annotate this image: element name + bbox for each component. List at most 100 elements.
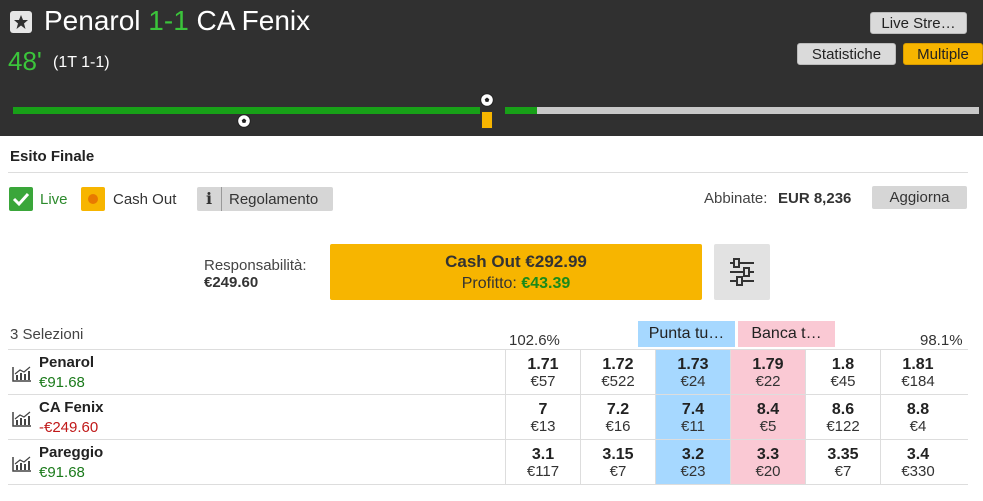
away-team: CA Fenix xyxy=(196,5,311,36)
lay-all-button[interactable]: Banca t… xyxy=(738,321,835,347)
back-odds-cell[interactable]: 1.72 €522 xyxy=(580,350,655,394)
timeline-elapsed-second-half xyxy=(505,107,537,114)
odds-size: €4 xyxy=(909,418,927,435)
multiple-button[interactable]: Multiple xyxy=(903,43,983,65)
timeline-remaining xyxy=(537,107,979,114)
lay-odds-cell[interactable]: 1.8 €45 xyxy=(805,350,880,394)
halftime-marker xyxy=(481,111,493,129)
chart-icon[interactable] xyxy=(12,456,32,472)
runner-row: CA Fenix -€249.60 7 €13 7.2 €16 7.4 €11 8.4 €5 8.6… xyxy=(8,395,968,440)
odds-size: €330 xyxy=(901,463,935,480)
lay-odds-cell[interactable]: 3.4 €330 xyxy=(880,440,955,484)
odds-price: 3.15 xyxy=(602,446,634,463)
odds-size: €7 xyxy=(609,463,627,480)
odds-price: 1.71 xyxy=(527,356,559,373)
odds-size: €184 xyxy=(901,373,935,390)
timeline-elapsed-first-half xyxy=(13,107,480,114)
odds-price: 3.2 xyxy=(681,446,705,463)
odds-size: €122 xyxy=(826,418,860,435)
cashout-amount: Cash Out €292.99 xyxy=(445,252,587,271)
back-odds-cell[interactable]: 7.4 €11 xyxy=(655,395,730,439)
odds-price: 3.1 xyxy=(531,446,555,463)
match-score: 1-1 xyxy=(148,5,189,36)
odds-price: 7.2 xyxy=(606,401,630,418)
home-team: Penarol xyxy=(44,5,141,36)
odds-price: 1.8 xyxy=(831,356,855,373)
matched-label: Abbinate: xyxy=(704,190,768,207)
market-title: Esito Finale xyxy=(10,148,95,165)
cashout-profit: Profitto: €43.39 xyxy=(330,275,702,293)
rules-button[interactable]: i Regolamento xyxy=(197,187,333,211)
odds-price: 3.4 xyxy=(906,446,930,463)
chart-icon[interactable] xyxy=(12,366,32,382)
match-timeline xyxy=(0,88,983,136)
odds-price: 1.72 xyxy=(602,356,634,373)
back-odds-cell[interactable]: 3.1 €117 xyxy=(505,440,580,484)
half-time-score: (1T 1-1) xyxy=(53,54,110,71)
back-odds-cell[interactable]: 3.2 €23 xyxy=(655,440,730,484)
odds-price: 1.81 xyxy=(902,356,934,373)
favourite-star-icon[interactable] xyxy=(10,11,32,33)
odds-size: €522 xyxy=(601,373,635,390)
refresh-button[interactable]: Aggiorna xyxy=(872,186,967,209)
odds-size: €5 xyxy=(759,418,777,435)
odds-size: €11 xyxy=(681,418,705,435)
cashout-icon xyxy=(81,187,105,211)
odds-size: €7 xyxy=(834,463,852,480)
odds-price: 3.3 xyxy=(756,446,780,463)
cashout-button[interactable]: Cash Out €292.99 Profitto: €43.39 xyxy=(330,244,702,300)
odds-price: 1.73 xyxy=(677,356,709,373)
odds-price: 7.4 xyxy=(681,401,705,418)
odds-size: €13 xyxy=(530,418,556,435)
live-stream-button[interactable]: Live Stre… xyxy=(870,12,967,34)
back-odds-cell[interactable]: 1.71 €57 xyxy=(505,350,580,394)
back-overround: 102.6% xyxy=(509,332,560,349)
odds-size: €22 xyxy=(755,373,781,390)
odds-size: €23 xyxy=(680,463,706,480)
cashout-label: Cash Out xyxy=(113,191,177,208)
odds-size: €20 xyxy=(755,463,781,480)
back-odds-cell[interactable]: 3.15 €7 xyxy=(580,440,655,484)
runner-name: CA Fenix xyxy=(39,399,104,416)
lay-odds-cell[interactable]: 3.3 €20 xyxy=(730,440,805,484)
cashout-settings-button[interactable] xyxy=(714,244,770,300)
odds-price: 3.35 xyxy=(827,446,859,463)
goal-football-icon xyxy=(480,93,494,107)
odds-size: €57 xyxy=(530,373,556,390)
selections-count: 3 Selezioni xyxy=(10,326,84,343)
profit-label: Profitto: xyxy=(461,275,517,292)
odds-price: 1.79 xyxy=(752,356,784,373)
odds-size: €117 xyxy=(526,463,560,480)
lay-odds-cell[interactable]: 8.4 €5 xyxy=(730,395,805,439)
runner-profit-loss: €91.68 xyxy=(39,374,85,391)
odds-price: 8.8 xyxy=(906,401,930,418)
back-odds-cell[interactable]: 7 €13 xyxy=(505,395,580,439)
runner-row: Pareggio €91.68 3.1 €117 3.15 €7 3.2 €23 3.3 €20 3… xyxy=(8,440,968,485)
matched-value: EUR 8,236 xyxy=(778,190,852,207)
odds-price: 8.4 xyxy=(756,401,780,418)
back-all-button[interactable]: Punta tu… xyxy=(638,321,735,347)
divider xyxy=(8,172,968,173)
lay-odds-cell[interactable]: 8.8 €4 xyxy=(880,395,955,439)
statistics-button[interactable]: Statistiche xyxy=(797,43,896,65)
runner-profit-loss: €91.68 xyxy=(39,464,85,481)
odds-size: €24 xyxy=(680,373,706,390)
lay-odds-cell[interactable]: 1.79 €22 xyxy=(730,350,805,394)
lay-odds-cell[interactable]: 1.81 €184 xyxy=(880,350,955,394)
chart-icon[interactable] xyxy=(12,411,32,427)
lay-odds-cell[interactable]: 8.6 €122 xyxy=(805,395,880,439)
runner-profit-loss: -€249.60 xyxy=(39,419,99,436)
match-minute: 48' xyxy=(8,46,42,76)
lay-odds-cell[interactable]: 3.35 €7 xyxy=(805,440,880,484)
sliders-icon xyxy=(730,258,754,286)
lay-overround: 98.1% xyxy=(920,332,963,349)
live-check-icon xyxy=(9,187,33,211)
back-odds-cell[interactable]: 7.2 €16 xyxy=(580,395,655,439)
liability-value: €249.60 xyxy=(204,274,259,291)
match-header: Penarol 1-1 CA Fenix 48' (1T 1-1) Live S… xyxy=(0,0,983,88)
runner-name: Pareggio xyxy=(39,444,104,461)
info-icon: i xyxy=(197,187,222,211)
back-odds-cell[interactable]: 1.73 €24 xyxy=(655,350,730,394)
liability-label: Responsabilità: xyxy=(204,257,307,274)
rules-label: Regolamento xyxy=(229,191,319,208)
